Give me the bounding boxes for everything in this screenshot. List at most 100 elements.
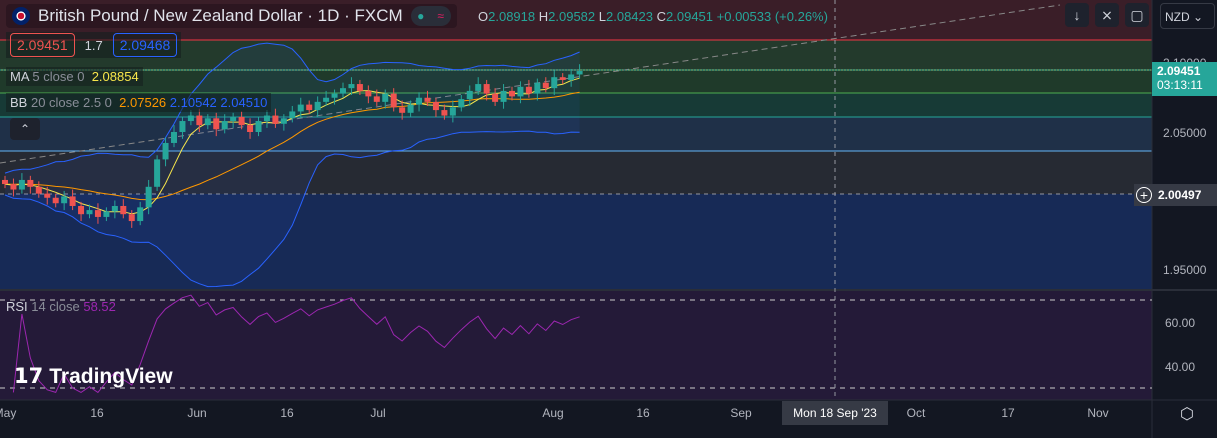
candle xyxy=(340,88,346,94)
current-price-label: 2.09451 03:13:11 xyxy=(1152,62,1217,96)
candle xyxy=(52,197,59,204)
candle xyxy=(18,179,25,190)
candle xyxy=(432,101,439,111)
time-label: Sep xyxy=(730,406,752,420)
candle xyxy=(111,205,118,212)
flag-icon xyxy=(12,7,30,25)
candle xyxy=(509,90,515,97)
candle xyxy=(145,186,152,208)
candle xyxy=(517,86,524,97)
candle xyxy=(154,159,161,187)
add-alert-icon[interactable]: + xyxy=(1136,187,1152,203)
candle xyxy=(78,205,85,215)
tradingview-logo[interactable]: 𝟭𝟳 TradingView xyxy=(14,364,173,389)
candle xyxy=(179,121,186,132)
time-label: 16 xyxy=(280,406,294,420)
candle xyxy=(35,186,42,194)
candle xyxy=(213,118,220,130)
crosshair-price-label: +2.00497 xyxy=(1134,184,1217,206)
candle xyxy=(348,84,355,89)
candle xyxy=(382,93,389,102)
candle xyxy=(424,97,431,102)
price-label: 2.05000 xyxy=(1163,126,1207,140)
candle xyxy=(534,82,541,94)
rsi-legend[interactable]: RSI 14 close 58.52 xyxy=(6,299,116,314)
candle xyxy=(61,196,68,204)
price-label: 1.95000 xyxy=(1163,263,1207,277)
chart-canvas[interactable] xyxy=(0,0,1217,438)
candle xyxy=(356,84,363,91)
candle xyxy=(568,74,575,80)
candle xyxy=(365,90,372,97)
candle xyxy=(27,179,34,187)
time-label: May xyxy=(0,406,17,420)
sell-button[interactable]: 2.09451 xyxy=(10,33,75,57)
candle xyxy=(230,116,237,122)
candle xyxy=(187,115,194,122)
candle xyxy=(542,82,549,89)
candle xyxy=(458,99,465,108)
symbol-title[interactable]: British Pound / New Zealand Dollar · 1D … xyxy=(38,6,403,26)
candle xyxy=(128,214,135,222)
rsi-label: 40.00 xyxy=(1165,360,1196,374)
candle xyxy=(44,193,51,198)
crosshair-date-label: Mon 18 Sep '23 xyxy=(782,401,888,425)
fullscreen-button[interactable]: ▢ xyxy=(1125,3,1149,27)
candle xyxy=(306,104,313,111)
candle xyxy=(103,211,110,217)
candle xyxy=(255,121,262,132)
candle xyxy=(416,97,423,105)
time-label: Jun xyxy=(187,406,207,420)
market-open-icon: ● xyxy=(417,9,425,23)
candle xyxy=(280,118,287,124)
candle xyxy=(390,93,397,108)
candle xyxy=(289,111,296,119)
time-label: Jul xyxy=(370,406,386,420)
candle xyxy=(196,115,203,126)
candle xyxy=(314,101,321,111)
currency-select[interactable]: NZD ⌄ xyxy=(1160,3,1215,29)
scroll-down-button[interactable]: ↓ xyxy=(1065,3,1089,27)
candle xyxy=(373,96,380,102)
candle xyxy=(475,84,482,91)
time-label: Nov xyxy=(1087,406,1109,420)
candle xyxy=(120,205,127,215)
time-label: 16 xyxy=(90,406,104,420)
candle xyxy=(407,104,414,113)
candle xyxy=(551,77,558,89)
candle xyxy=(483,84,490,94)
candle xyxy=(238,116,245,126)
candle xyxy=(323,97,330,102)
candle xyxy=(500,90,507,102)
candle xyxy=(492,93,499,102)
trade-buttons: 2.09451 1.7 2.09468 xyxy=(6,32,182,58)
collapse-button[interactable]: ⨯ xyxy=(1095,3,1119,27)
time-label: Aug xyxy=(542,406,564,420)
bb-legend[interactable]: BB 20 close 2.5 0 2.07526 2.10542 2.0451… xyxy=(6,93,272,112)
ma-legend[interactable]: MA 5 close 0 2.08854 xyxy=(6,67,143,86)
candle xyxy=(331,93,338,98)
candle xyxy=(137,207,144,222)
candle xyxy=(162,142,169,160)
wave-icon: ≈ xyxy=(437,9,444,23)
candle xyxy=(559,77,566,80)
market-status[interactable]: ● ≈ xyxy=(410,6,451,26)
logo-icon: 𝟭𝟳 xyxy=(14,365,44,388)
spread: 1.7 xyxy=(84,37,103,53)
candle xyxy=(297,104,304,112)
time-label: 16 xyxy=(636,406,650,420)
candle xyxy=(272,115,279,124)
candle xyxy=(2,179,8,185)
symbol-header: British Pound / New Zealand Dollar · 1D … xyxy=(6,4,457,28)
collapse-legend-button[interactable]: ⌃ xyxy=(10,118,40,140)
candle xyxy=(263,115,270,122)
candle xyxy=(525,86,532,94)
rsi-label: 60.00 xyxy=(1165,316,1196,330)
settings-icon[interactable]: ⬡ xyxy=(1180,404,1194,424)
ohlc-values: O2.08918 H2.09582 L2.08423 C2.09451 +0.0… xyxy=(478,9,828,24)
candle xyxy=(204,118,211,126)
candle xyxy=(247,125,254,132)
candle xyxy=(10,184,17,190)
buy-button[interactable]: 2.09468 xyxy=(112,33,178,57)
candle xyxy=(94,210,101,217)
